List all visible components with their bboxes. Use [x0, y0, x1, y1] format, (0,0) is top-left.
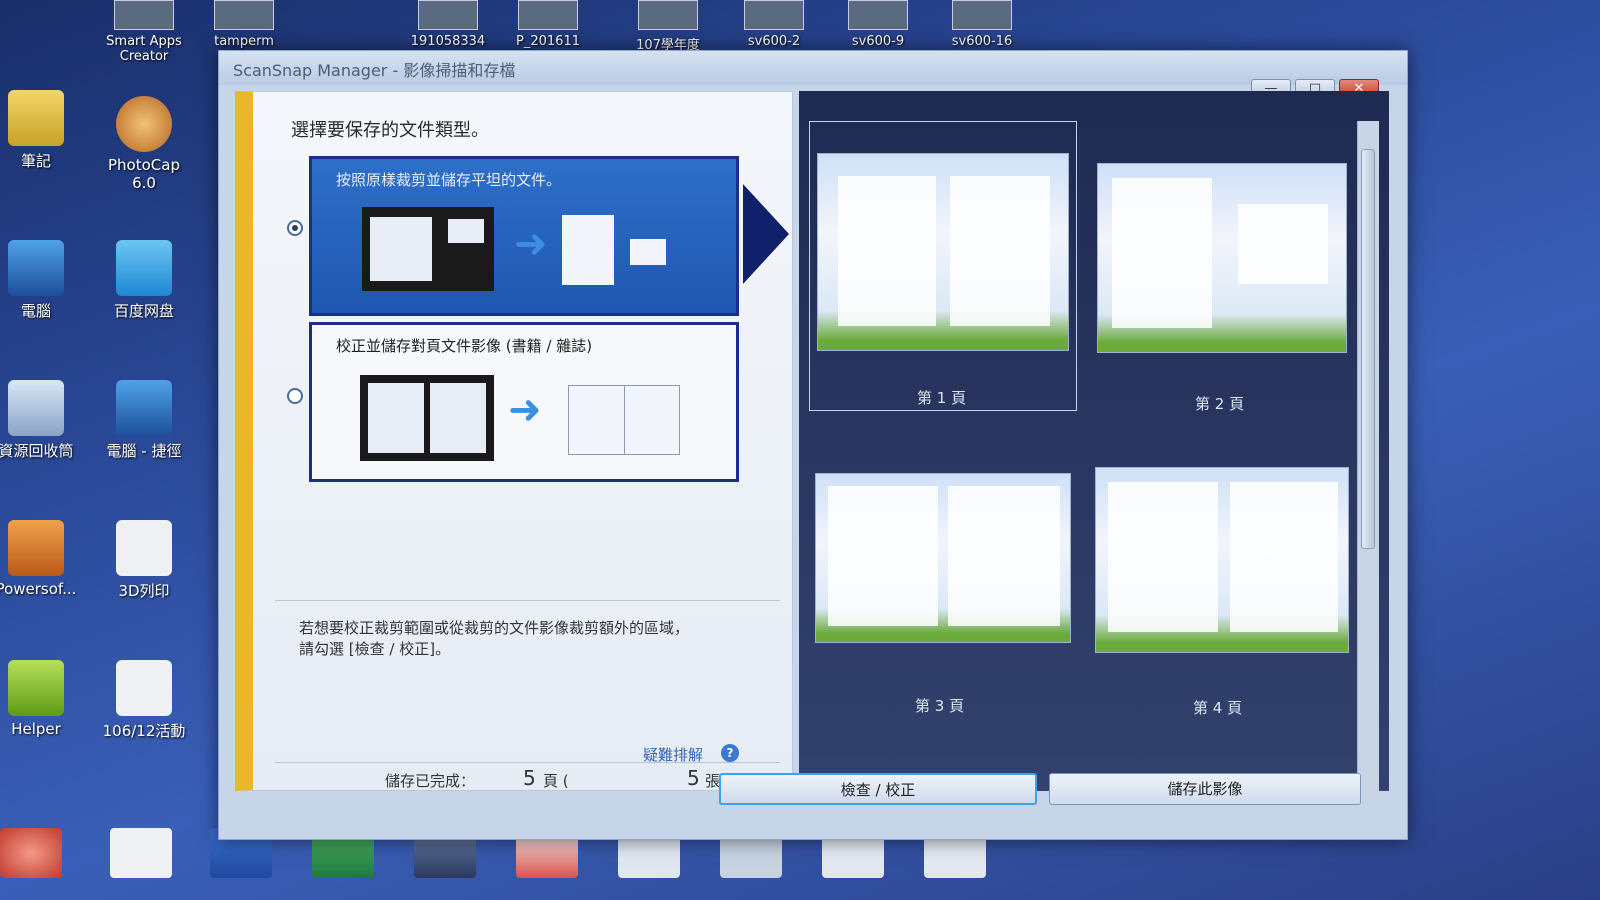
- arrow-right-icon: ➜: [508, 387, 542, 433]
- desktop-icon-baidu[interactable]: 百度网盘: [94, 240, 194, 321]
- scrollbar-thumb[interactable]: [1361, 149, 1375, 549]
- installer-icon: [8, 520, 64, 576]
- option-book-radio[interactable]: [287, 388, 303, 404]
- file-icon: [116, 660, 172, 716]
- page-1-label: 第 1 頁: [917, 389, 967, 407]
- desktop-icon-sv600-9[interactable]: sv600-9: [830, 0, 926, 49]
- computer-icon: [116, 380, 172, 436]
- photocap-icon: [116, 96, 172, 152]
- cropped-card-illustration: [630, 239, 666, 265]
- window-title: ScanSnap Manager - 影像掃描和存檔: [233, 61, 516, 80]
- option-book-label: 校正並儲存對頁文件影像 (書籍 / 雜誌): [336, 337, 593, 355]
- page-4-label: 第 4 頁: [1193, 699, 1243, 717]
- save-status-label: 儲存已完成：: [385, 772, 476, 790]
- desktop-icon-3d-print[interactable]: 3D列印: [94, 520, 194, 601]
- document-type-panel: 選擇要保存的文件類型。 按照原樣裁剪並儲存平坦的文件。 ➜ 校正並儲存對頁文件影…: [235, 91, 793, 791]
- download-arrow-icon: [8, 660, 64, 716]
- file-icon: [418, 0, 478, 30]
- folder-icon: [8, 90, 64, 146]
- file-icon: [116, 520, 172, 576]
- page-2-label: 第 2 頁: [1195, 395, 1245, 413]
- page-1-thumbnail[interactable]: [817, 153, 1069, 351]
- page-3-thumbnail[interactable]: [815, 473, 1071, 643]
- desktop-icon-computer[interactable]: 電腦: [0, 240, 86, 321]
- option-flat-radio[interactable]: [287, 220, 303, 236]
- option-book-magazine[interactable]: 校正並儲存對頁文件影像 (書籍 / 雜誌) ➜: [309, 322, 739, 482]
- file-icon: [518, 0, 578, 30]
- desktop-icon-smart-apps[interactable]: Smart Apps Creator: [96, 0, 192, 64]
- pages-unit: 頁 (: [543, 772, 569, 790]
- separator: [275, 762, 780, 763]
- file-icon[interactable]: [110, 828, 172, 878]
- correction-note: 若想要校正裁剪範圍或從裁剪的文件影像裁剪額外的區域， 請勾選 [檢查 / 校正]…: [299, 619, 690, 658]
- option-flat-label: 按照原樣裁剪並儲存平坦的文件。: [336, 171, 562, 189]
- sheets-count: 5: [687, 766, 700, 790]
- desktop-icon-sv600-2[interactable]: sv600-2: [726, 0, 822, 49]
- desktop-icon-helper[interactable]: Helper: [0, 660, 86, 738]
- arrow-right-icon: ➜: [514, 221, 548, 267]
- app-icon: [114, 0, 174, 30]
- desktop-icon-recycle-bin[interactable]: 資源回收筒: [0, 380, 86, 461]
- open-book-illustration: [360, 375, 494, 461]
- separator: [275, 600, 780, 601]
- recycle-bin-icon: [8, 380, 64, 436]
- desktop-icon-file-191058334[interactable]: 191058334: [400, 0, 496, 49]
- desktop-icon-computer-shortcut[interactable]: 電腦 - 捷徑: [94, 380, 194, 461]
- title-bar[interactable]: ScanSnap Manager - 影像掃描和存檔: [219, 51, 1407, 85]
- desktop-icon-photocap[interactable]: PhotoCap 6.0: [94, 96, 194, 192]
- cloud-icon: [116, 240, 172, 296]
- page-3-label: 第 3 頁: [915, 697, 965, 715]
- desktop-icon-106-12[interactable]: 106/12活動: [94, 660, 194, 741]
- pdf-icon: [638, 0, 698, 30]
- selected-option-pointer-icon: [743, 184, 789, 284]
- scansnap-window: ScanSnap Manager - 影像掃描和存檔 — □ ✕ 選擇要保存的文…: [218, 50, 1408, 840]
- file-icon: [214, 0, 274, 30]
- corrected-pages-illustration: [568, 385, 680, 455]
- image-icon: [744, 0, 804, 30]
- page-4-thumbnail[interactable]: [1095, 467, 1349, 653]
- image-icon: [952, 0, 1012, 30]
- page-2-thumbnail[interactable]: [1097, 163, 1347, 353]
- preview-panel: 第 1 頁 第 2 頁 第 3 頁 第 4 頁: [799, 91, 1389, 791]
- help-icon[interactable]: ?: [721, 744, 739, 762]
- image-icon: [848, 0, 908, 30]
- pages-count: 5: [523, 766, 536, 790]
- save-image-button[interactable]: 儲存此影像: [1049, 773, 1361, 805]
- check-correct-button[interactable]: 檢查 / 校正: [719, 773, 1037, 805]
- option-flat-document[interactable]: 按照原樣裁剪並儲存平坦的文件。 ➜: [309, 156, 739, 316]
- desktop-icon-107[interactable]: 107學年度: [620, 0, 716, 53]
- cropped-document-illustration: [562, 215, 614, 285]
- desktop-icon-p-201611[interactable]: P_201611: [500, 0, 596, 49]
- desktop-icon-powersoft[interactable]: Powersof...: [0, 520, 86, 598]
- flat-document-illustration: [362, 207, 494, 291]
- preview-scrollbar[interactable]: [1357, 121, 1379, 797]
- desktop-icon-sv600-16[interactable]: sv600-16: [934, 0, 1030, 49]
- desktop-icon-tamperm[interactable]: tamperm: [196, 0, 292, 49]
- computer-icon: [8, 240, 64, 296]
- document-type-prompt: 選擇要保存的文件類型。: [291, 120, 489, 141]
- desktop-icon-notes[interactable]: 筆記: [0, 90, 86, 171]
- eye-app-icon[interactable]: [0, 828, 62, 878]
